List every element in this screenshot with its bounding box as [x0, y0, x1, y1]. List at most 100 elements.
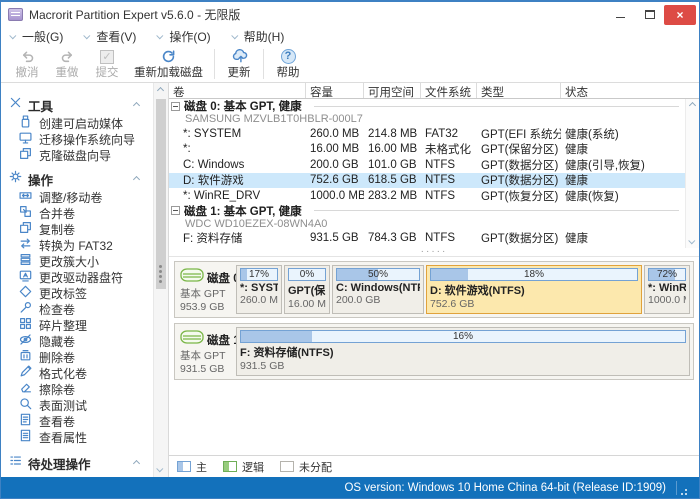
titlebar: Macrorit Partition Expert v5.6.0 - 无限版 ×	[1, 2, 699, 27]
partition-block[interactable]: 18%D: 软件游戏(NTFS)752.6 GB	[426, 265, 642, 314]
sidebar-item-delete-volume[interactable]: 删除卷	[7, 349, 153, 365]
table-row[interactable]: *: SYSTEM260.0 MB214.8 MBFAT32GPT(EFI 系统…	[169, 126, 685, 142]
collapse-icon[interactable]	[171, 102, 180, 111]
scroll-down-icon[interactable]	[688, 237, 695, 244]
disk-panel-1: 磁盘 1基本 GPT931.5 GB16%F: 资料存储(NTFS)931.5 …	[174, 323, 694, 380]
delete-icon	[19, 349, 32, 365]
close-button[interactable]: ×	[664, 5, 696, 25]
sidebar-scrollbar[interactable]	[153, 83, 168, 477]
scroll-up-icon[interactable]	[157, 87, 164, 94]
app-icon	[8, 8, 23, 21]
wipe-icon	[19, 381, 32, 397]
menu-item-general[interactable]: 一般(G)	[11, 28, 63, 45]
column-header-5[interactable]: 状态	[561, 83, 699, 98]
sidebar-item-migrate-os-wizard[interactable]: 迁移操作系统向导	[7, 131, 153, 147]
collapse-icon[interactable]	[171, 206, 180, 215]
cell-vol: *: WinRE_DRV	[169, 190, 306, 202]
resize-grip-icon[interactable]	[681, 485, 687, 491]
cell-vol: *:	[169, 143, 306, 155]
partition-size: 260.0 MB	[240, 294, 278, 306]
chevron-up-icon[interactable]	[133, 175, 140, 182]
column-header-2[interactable]: 可用空间	[364, 83, 421, 98]
divider	[314, 106, 679, 107]
reload-disk-button[interactable]: 重新加载磁盘	[127, 46, 210, 82]
table-row[interactable]: *: WinRE_DRV1000.0 MB283.2 MBNTFSGPT(恢复分…	[169, 188, 685, 204]
chevron-up-icon[interactable]	[133, 459, 140, 466]
cell-type: GPT(保留分区)	[477, 141, 561, 157]
minimize-button[interactable]	[606, 5, 635, 25]
sidebar-item-change-label[interactable]: 更改标签	[7, 285, 153, 301]
column-header-4[interactable]: 类型	[477, 83, 561, 98]
partition-strip: 16%F: 资料存储(NTFS)931.5 GB	[234, 327, 690, 376]
disk-group-header[interactable]: 磁盘 1: 基本 GPT, 健康	[169, 204, 685, 218]
scroll-down-icon[interactable]	[156, 465, 163, 472]
splitter-handle[interactable]	[159, 265, 162, 268]
cell-cap: 931.5 GB	[306, 232, 364, 244]
column-header-1[interactable]: 容量	[306, 83, 364, 98]
disk-info[interactable]: 磁盘 1基本 GPT931.5 GB	[178, 327, 234, 376]
chevron-up-icon[interactable]	[133, 101, 140, 108]
sidebar-section-title: 待处理操作	[28, 454, 91, 473]
disk-group-header[interactable]: 磁盘 0: 基本 GPT, 健康	[169, 99, 685, 113]
convert-icon	[19, 237, 32, 253]
disk-model: SAMSUNG MZVLB1T0HBLR-000L7	[169, 113, 685, 126]
usb-icon	[19, 115, 32, 131]
menubar: 一般(G) 查看(V) 操作(O) 帮助(H)	[1, 27, 699, 46]
cell-free: 16.00 MB	[364, 143, 421, 155]
partition-block[interactable]: 0%GPT(保...16.00 MB	[284, 265, 330, 314]
table-row[interactable]: F: 资料存储931.5 GB784.3 GBNTFSGPT(数据分区)健康	[169, 231, 685, 247]
column-header-3[interactable]: 文件系统	[421, 83, 477, 98]
legend: 主逻辑未分配	[169, 455, 699, 477]
menu-item-label: 查看(V)	[96, 28, 136, 45]
sidebar-item-surface-test[interactable]: 表面测试	[7, 397, 153, 413]
sidebar-item-merge-volume[interactable]: 合并卷	[7, 205, 153, 221]
sidebar-section-header-tools[interactable]: 工具	[7, 95, 153, 115]
os-version-text: OS version: Windows 10 Home China 64-bit…	[344, 482, 666, 494]
table-row[interactable]: C: Windows200.0 GB101.0 GBNTFSGPT(数据分区)健…	[169, 157, 685, 173]
menu-item-label: 一般(G)	[22, 28, 63, 45]
sidebar-item-clone-disk-wizard[interactable]: 克隆磁盘向导	[7, 147, 153, 163]
sidebar-item-check-volume[interactable]: 检查卷	[7, 301, 153, 317]
sidebar-item-view-properties[interactable]: 查看属性	[7, 429, 153, 445]
sidebar-item-defragment[interactable]: 碎片整理	[7, 317, 153, 333]
maximize-button[interactable]	[635, 5, 664, 25]
menu-item-help[interactable]: 帮助(H)	[233, 28, 285, 45]
table-row[interactable]: D: 软件游戏752.6 GB618.5 GBNTFSGPT(数据分区)健康	[169, 173, 685, 189]
status-separator	[676, 481, 677, 495]
column-header-0[interactable]: 卷	[169, 83, 306, 98]
toolbar-separator	[263, 49, 264, 79]
legend-swatch-primary	[177, 461, 191, 472]
sidebar-section-header-pending-operations[interactable]: 待处理操作	[7, 453, 153, 473]
partition-block[interactable]: 50%C: Windows(NTFS)200.0 GB	[332, 265, 424, 314]
sidebar-item-resize-move-volume[interactable]: 调整/移动卷	[7, 189, 153, 205]
sidebar-section-header-operations[interactable]: 操作	[7, 169, 153, 189]
sidebar-item-format-volume[interactable]: 格式化卷	[7, 365, 153, 381]
sidebar-item-copy-volume[interactable]: 复制卷	[7, 221, 153, 237]
sidebar-item-create-bootable-media[interactable]: 创建可启动媒体	[7, 115, 153, 131]
sidebar-item-view-volume[interactable]: 查看卷	[7, 413, 153, 429]
sidebar-item-change-cluster-size[interactable]: 更改簇大小	[7, 253, 153, 269]
disk-info[interactable]: 磁盘 0基本 GPT953.9 GB	[178, 265, 234, 314]
menu-item-view[interactable]: 查看(V)	[85, 28, 136, 45]
legend-item-logical: 逻辑	[223, 459, 264, 475]
sidebar-item-change-drive-letter[interactable]: 更改驱动器盘符	[7, 269, 153, 285]
undo-icon	[19, 47, 36, 66]
cell-cap: 16.00 MB	[306, 143, 364, 155]
horizontal-splitter[interactable]: ·····	[169, 248, 699, 257]
sidebar-item-wipe-volume[interactable]: 擦除卷	[7, 381, 153, 397]
partition-block[interactable]: 17%*: SYST...260.0 MB	[236, 265, 282, 314]
sidebar-item-hide-volume[interactable]: 隐藏卷	[7, 333, 153, 349]
partition-block[interactable]: 72%*: WinR...1000.0 MB	[644, 265, 690, 314]
sidebar-item-convert-to-fat32[interactable]: 转换为 FAT32	[7, 237, 153, 253]
menu-item-operation[interactable]: 操作(O)	[158, 28, 210, 45]
usage-percent: 72%	[649, 269, 685, 280]
table-row[interactable]: *:16.00 MB16.00 MB未格式化GPT(保留分区)健康	[169, 142, 685, 158]
cell-fs: NTFS	[421, 159, 477, 171]
partition-block[interactable]: 16%F: 资料存储(NTFS)931.5 GB	[236, 327, 690, 376]
cell-fs: NTFS	[421, 174, 477, 186]
scrollbar-thumb[interactable]	[156, 99, 166, 289]
help-button[interactable]: ?帮助	[268, 46, 308, 82]
update-button[interactable]: 更新	[219, 46, 259, 82]
scroll-up-icon[interactable]	[689, 102, 696, 109]
table-scrollbar[interactable]	[685, 99, 699, 248]
